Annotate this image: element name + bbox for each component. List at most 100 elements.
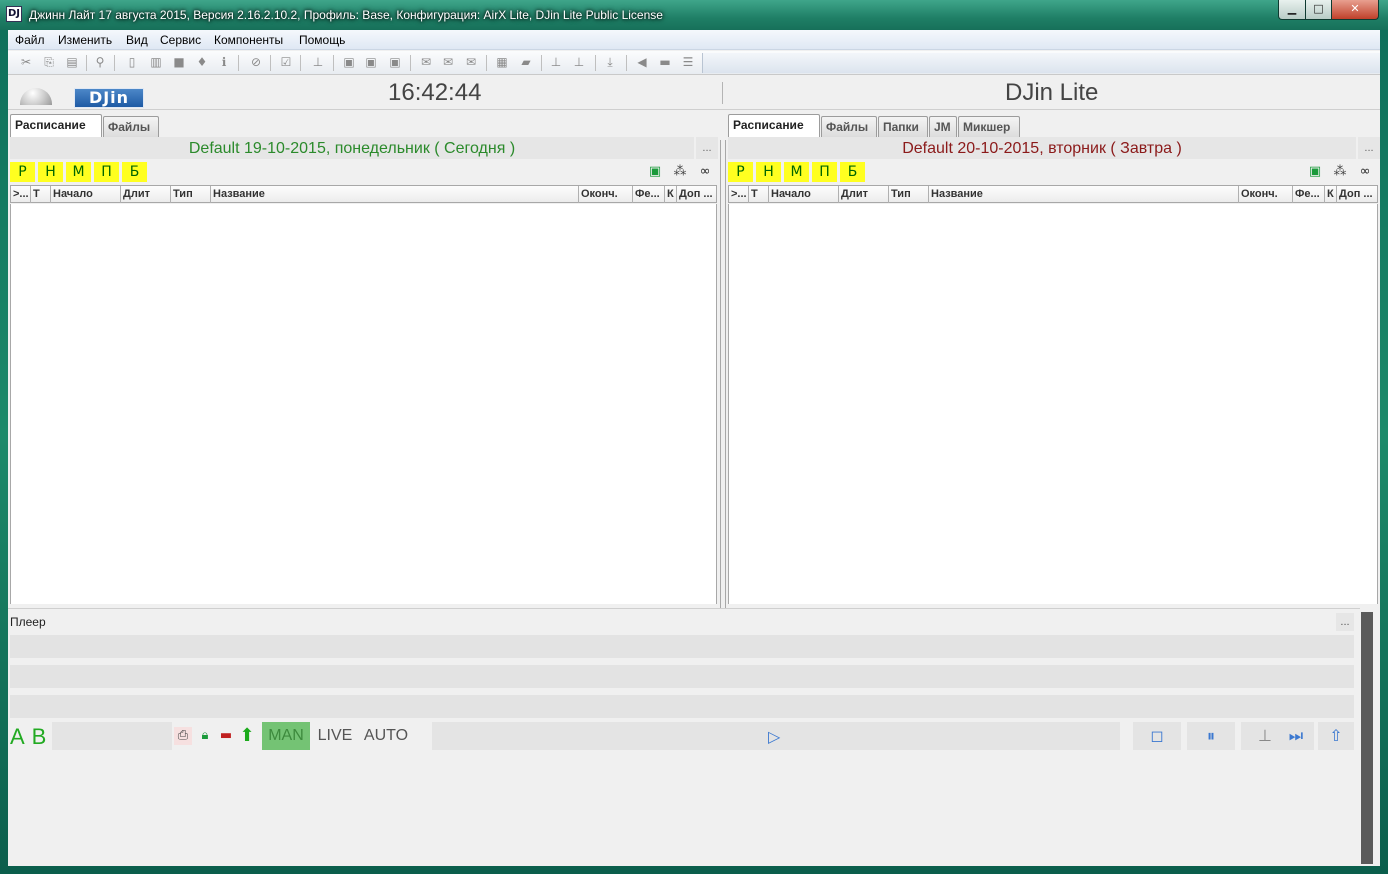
copy-icon[interactable]: ⎘: [41, 54, 57, 70]
right-schedule-list[interactable]: [728, 204, 1378, 604]
mode-live-button[interactable]: LIVE: [314, 722, 356, 750]
col-extra[interactable]: Доп ...: [1337, 186, 1378, 203]
menu-edit[interactable]: Изменить: [58, 33, 112, 47]
player-scrollbar[interactable]: [1360, 608, 1380, 866]
mail-open-icon[interactable]: ✉: [440, 54, 456, 70]
tab-right-schedule[interactable]: Расписание: [728, 114, 820, 137]
col-type[interactable]: Тип: [171, 186, 211, 203]
next-button[interactable]: ⏭︎: [1278, 722, 1314, 750]
player-track-1[interactable]: [10, 635, 1354, 658]
arrow-up-icon[interactable]: ⬆: [238, 727, 256, 745]
close-button[interactable]: ✕: [1331, 0, 1379, 20]
col-extra[interactable]: Доп ...: [677, 186, 717, 203]
align-up-icon[interactable]: ⊥: [548, 54, 564, 70]
panel-splitter[interactable]: [720, 140, 726, 634]
info-icon[interactable]: ℹ: [216, 54, 232, 70]
folder-icon[interactable]: ▰: [518, 54, 534, 70]
scrollbar-thumb[interactable]: [1361, 612, 1373, 864]
mail-down-icon[interactable]: ✉: [463, 54, 479, 70]
block2-icon[interactable]: ▣: [363, 54, 379, 70]
nodes-icon[interactable]: ⁂: [1331, 164, 1349, 180]
mic-icon[interactable]: ♦: [194, 54, 210, 70]
menu-components[interactable]: Компоненты: [214, 33, 283, 47]
col-type-t[interactable]: Т: [749, 186, 769, 203]
col-type-t[interactable]: Т: [31, 186, 51, 203]
col-start[interactable]: Начало: [769, 186, 839, 203]
right-day-button-r[interactable]: Р: [728, 162, 753, 182]
menu-file[interactable]: Файл: [15, 33, 45, 47]
right-options-button[interactable]: ...: [1358, 137, 1380, 159]
left-day-button-p[interactable]: П: [94, 162, 119, 182]
speaker-icon[interactable]: ◀: [634, 54, 650, 70]
player-input[interactable]: [52, 722, 172, 750]
nodes-icon[interactable]: ⁂: [671, 164, 689, 180]
col-name[interactable]: Название: [211, 186, 579, 203]
right-day-button-p[interactable]: П: [812, 162, 837, 182]
col-start[interactable]: Начало: [51, 186, 121, 203]
align-down-icon[interactable]: ⊥: [571, 54, 587, 70]
minimize-button[interactable]: ▁: [1278, 0, 1306, 20]
player-track-3[interactable]: [10, 695, 1354, 718]
play-icon[interactable]: ▷: [768, 727, 780, 746]
mode-man-button[interactable]: MAN: [262, 722, 310, 750]
right-day-button-n[interactable]: Н: [756, 162, 781, 182]
mail-icon[interactable]: ✉: [418, 54, 434, 70]
insert-icon[interactable]: ⊥: [310, 54, 326, 70]
col-end[interactable]: Оконч.: [1239, 186, 1293, 203]
tab-right-files[interactable]: Файлы: [821, 116, 877, 137]
new-icon[interactable]: ▯: [124, 54, 140, 70]
right-day-button-b[interactable]: Б: [840, 162, 865, 182]
left-options-button[interactable]: ...: [696, 137, 718, 159]
col-type[interactable]: Тип: [889, 186, 929, 203]
left-day-button-m[interactable]: М: [66, 162, 91, 182]
pause-button[interactable]: ⏸︎: [1187, 722, 1235, 750]
col-end[interactable]: Оконч.: [579, 186, 633, 203]
ban-icon[interactable]: ⊘: [248, 54, 264, 70]
col-duration[interactable]: Длит: [839, 186, 889, 203]
find-icon[interactable]: ⚲: [92, 54, 108, 70]
left-day-button-r[interactable]: Р: [10, 162, 35, 182]
maximize-button[interactable]: □: [1305, 0, 1332, 20]
bar-icon[interactable]: ▬: [657, 54, 673, 70]
left-day-button-n[interactable]: Н: [38, 162, 63, 182]
tab-right-mixer[interactable]: Микшер: [958, 116, 1020, 137]
play-bar[interactable]: ▷: [432, 722, 1120, 750]
binoculars-icon[interactable]: ∞: [1356, 164, 1374, 180]
menu-view[interactable]: Вид: [126, 33, 148, 47]
col-marker[interactable]: >...: [11, 186, 31, 203]
left-schedule-list[interactable]: [10, 204, 717, 604]
col-fe[interactable]: Фе...: [1293, 186, 1325, 203]
flag-icon[interactable]: ▬: [217, 727, 235, 745]
block3-icon[interactable]: ▣: [387, 54, 403, 70]
list-icon[interactable]: ☰: [680, 54, 696, 70]
menu-service[interactable]: Сервис: [160, 33, 201, 47]
binoculars-icon[interactable]: ∞: [696, 164, 714, 180]
up-button[interactable]: ⇧: [1318, 722, 1354, 750]
tab-right-jm[interactable]: JM: [929, 116, 957, 137]
col-fe[interactable]: Фе...: [633, 186, 665, 203]
cut-icon[interactable]: ✂: [18, 54, 34, 70]
columns-icon[interactable]: ▥: [148, 54, 164, 70]
printer-icon[interactable]: ⎙: [174, 727, 192, 745]
player-options-button[interactable]: ...: [1336, 613, 1354, 631]
stop-icon[interactable]: ■: [171, 54, 187, 70]
monitor-icon[interactable]: ▣: [646, 164, 664, 180]
stop-button[interactable]: ◻: [1133, 722, 1181, 750]
player-track-2[interactable]: [10, 665, 1354, 688]
tab-left-files[interactable]: Файлы: [103, 116, 159, 137]
download-icon[interactable]: ⤓: [602, 54, 618, 70]
save-icon[interactable]: ▦: [494, 54, 510, 70]
mode-auto-button[interactable]: AUTO: [362, 722, 410, 750]
col-k[interactable]: К: [1325, 186, 1337, 203]
check-icon[interactable]: ☑: [278, 54, 294, 70]
monitor-icon[interactable]: ▣: [1306, 164, 1324, 180]
tab-right-folders[interactable]: Папки: [878, 116, 928, 137]
col-name[interactable]: Название: [929, 186, 1239, 203]
col-marker[interactable]: >...: [729, 186, 749, 203]
lock-icon[interactable]: 🔒︎: [196, 727, 214, 745]
block-icon[interactable]: ▣: [341, 54, 357, 70]
col-duration[interactable]: Длит: [121, 186, 171, 203]
right-day-button-m[interactable]: М: [784, 162, 809, 182]
paste-icon[interactable]: ▤: [64, 54, 80, 70]
col-k[interactable]: К: [665, 186, 677, 203]
